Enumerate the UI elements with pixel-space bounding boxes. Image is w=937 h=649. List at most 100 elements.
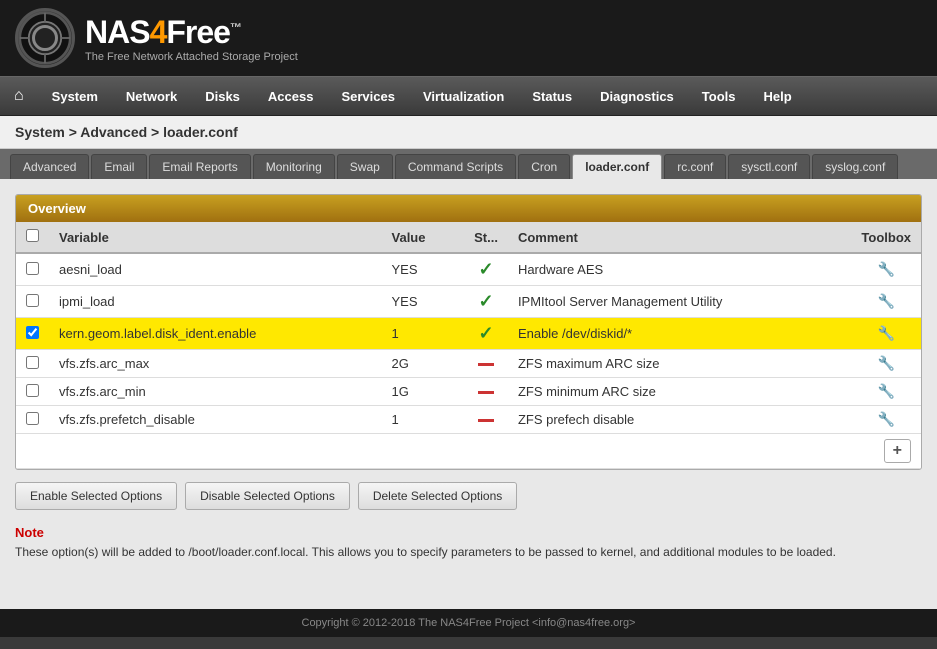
- cell-variable: kern.geom.label.disk_ident.enable: [49, 318, 382, 350]
- nav-virtualization[interactable]: Virtualization: [409, 79, 518, 114]
- cell-status: [464, 350, 508, 378]
- wrench-icon[interactable]: 🔧: [877, 293, 894, 309]
- cell-comment: ZFS prefech disable: [508, 406, 851, 434]
- home-icon[interactable]: ⌂: [0, 77, 38, 115]
- select-all-checkbox[interactable]: [26, 229, 39, 242]
- row-checkbox[interactable]: [26, 326, 39, 339]
- cell-value: 1: [382, 406, 465, 434]
- table-row: ipmi_loadYES ✓ IPMItool Server Management …: [16, 286, 921, 318]
- tab-email-reports[interactable]: Email Reports: [149, 154, 250, 179]
- tab-email[interactable]: Email: [91, 154, 147, 179]
- note-text: These option(s) will be added to /boot/l…: [15, 543, 922, 561]
- table-row: vfs.zfs.arc_min1GZFS minimum ARC size🔧: [16, 378, 921, 406]
- nav-status[interactable]: Status: [518, 79, 586, 114]
- nav-disks[interactable]: Disks: [191, 79, 254, 114]
- wrench-icon[interactable]: 🔧: [877, 325, 894, 341]
- cell-variable: aesni_load: [49, 253, 382, 286]
- tab-sysctlconf[interactable]: sysctl.conf: [728, 154, 810, 179]
- brand-name: NAS4Free™: [85, 14, 298, 51]
- overview-table: Variable Value St... Comment Toolbox aes…: [16, 222, 921, 469]
- cell-value: 1: [382, 318, 465, 350]
- overview-panel: Overview Variable Value St... Comment To…: [15, 194, 922, 470]
- status-dash-icon: [478, 419, 494, 422]
- cell-variable: vfs.zfs.arc_min: [49, 378, 382, 406]
- col-toolbox: Toolbox: [851, 222, 921, 253]
- tab-rcconf[interactable]: rc.conf: [664, 154, 726, 179]
- status-check-icon: ✓: [478, 259, 493, 279]
- cell-comment: Hardware AES: [508, 253, 851, 286]
- tab-command-scripts[interactable]: Command Scripts: [395, 154, 516, 179]
- content-area: Overview Variable Value St... Comment To…: [0, 179, 937, 609]
- cell-comment: IPMItool Server Management Utility: [508, 286, 851, 318]
- col-checkbox: [16, 222, 49, 253]
- footer-text: Copyright © 2012-2018 The NAS4Free Proje…: [302, 617, 636, 629]
- table-row: kern.geom.label.disk_ident.enable1 ✓ Enabl…: [16, 318, 921, 350]
- cell-comment: Enable /dev/diskid/*: [508, 318, 851, 350]
- header: NAS4Free™ The Free Network Attached Stor…: [0, 0, 937, 76]
- note-title: Note: [15, 525, 922, 540]
- nav-access[interactable]: Access: [254, 79, 328, 114]
- cell-toolbox[interactable]: 🔧: [851, 318, 921, 350]
- cell-toolbox[interactable]: 🔧: [851, 350, 921, 378]
- tab-syslogconf[interactable]: syslog.conf: [812, 154, 898, 179]
- add-button[interactable]: +: [884, 439, 911, 463]
- navbar: ⌂ System Network Disks Access Services V…: [0, 76, 937, 116]
- table-row: vfs.zfs.prefetch_disable1 ZFS prefech dis…: [16, 406, 921, 434]
- cell-status: ✓: [464, 253, 508, 286]
- cell-variable: ipmi_load: [49, 286, 382, 318]
- cell-status: [464, 378, 508, 406]
- footer: Copyright © 2012-2018 The NAS4Free Proje…: [0, 609, 937, 637]
- tab-advanced[interactable]: Advanced: [10, 154, 89, 179]
- cell-toolbox[interactable]: 🔧: [851, 286, 921, 318]
- cell-variable: vfs.zfs.arc_max: [49, 350, 382, 378]
- col-variable: Variable: [49, 222, 382, 253]
- add-row: +: [16, 434, 921, 469]
- delete-button[interactable]: Delete Selected Options: [358, 482, 517, 510]
- nav-diagnostics[interactable]: Diagnostics: [586, 79, 688, 114]
- cell-status: [464, 406, 508, 434]
- wrench-icon[interactable]: 🔧: [877, 383, 894, 399]
- cell-value: YES: [382, 286, 465, 318]
- row-checkbox[interactable]: [26, 412, 39, 425]
- disable-button[interactable]: Disable Selected Options: [185, 482, 350, 510]
- tabs-bar: Advanced Email Email Reports Monitoring …: [0, 149, 937, 179]
- cell-toolbox[interactable]: 🔧: [851, 378, 921, 406]
- table-row: vfs.zfs.arc_max2GZFS maximum ARC size🔧: [16, 350, 921, 378]
- wrench-icon[interactable]: 🔧: [877, 261, 894, 277]
- nav-tools[interactable]: Tools: [688, 79, 750, 114]
- breadcrumb: System > Advanced > loader.conf: [0, 116, 937, 149]
- cell-toolbox[interactable]: 🔧: [851, 253, 921, 286]
- cell-toolbox[interactable]: 🔧: [851, 406, 921, 434]
- enable-button[interactable]: Enable Selected Options: [15, 482, 177, 510]
- nav-system[interactable]: System: [38, 79, 112, 114]
- cell-value: 1G: [382, 378, 465, 406]
- cell-comment: ZFS maximum ARC size: [508, 350, 851, 378]
- logo-area: NAS4Free™ The Free Network Attached Stor…: [15, 8, 298, 68]
- col-value: Value: [382, 222, 465, 253]
- col-comment: Comment: [508, 222, 851, 253]
- col-status: St...: [464, 222, 508, 253]
- tab-loaderconf[interactable]: loader.conf: [572, 154, 662, 179]
- status-check-icon: ✓: [478, 323, 493, 343]
- action-buttons: Enable Selected Options Disable Selected…: [15, 482, 922, 510]
- row-checkbox[interactable]: [26, 356, 39, 369]
- status-dash-icon: [478, 391, 494, 394]
- tab-monitoring[interactable]: Monitoring: [253, 154, 335, 179]
- nav-network[interactable]: Network: [112, 79, 191, 114]
- cell-status: ✓: [464, 318, 508, 350]
- wrench-icon[interactable]: 🔧: [877, 355, 894, 371]
- cell-status: ✓: [464, 286, 508, 318]
- row-checkbox[interactable]: [26, 294, 39, 307]
- note-section: Note These option(s) will be added to /b…: [15, 525, 922, 561]
- row-checkbox[interactable]: [26, 384, 39, 397]
- status-check-icon: ✓: [478, 291, 493, 311]
- nav-services[interactable]: Services: [327, 79, 409, 114]
- tab-cron[interactable]: Cron: [518, 154, 570, 179]
- tab-swap[interactable]: Swap: [337, 154, 393, 179]
- wrench-icon[interactable]: 🔧: [877, 411, 894, 427]
- cell-variable: vfs.zfs.prefetch_disable: [49, 406, 382, 434]
- nav-help[interactable]: Help: [749, 79, 805, 114]
- table-row: aesni_loadYES✓Hardware AES🔧: [16, 253, 921, 286]
- row-checkbox[interactable]: [26, 262, 39, 275]
- tagline: The Free Network Attached Storage Projec…: [85, 51, 298, 63]
